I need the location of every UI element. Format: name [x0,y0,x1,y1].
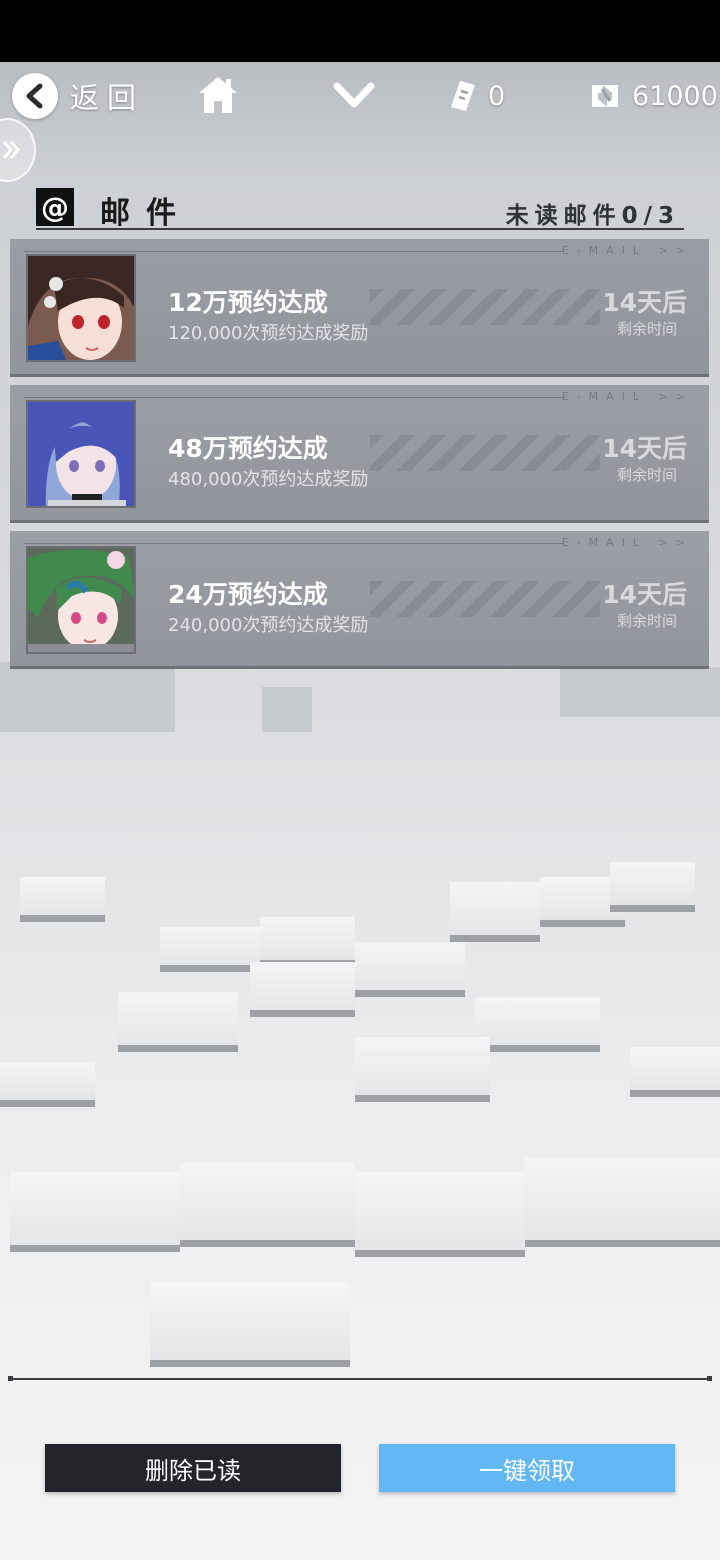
background-tile [150,1282,350,1367]
background-tile [250,962,355,1017]
mail-item[interactable]: E-MAIL >> 24万预约达成 240,000次预约达成奖励 14天后 剩余… [10,531,709,669]
home-button[interactable] [196,73,240,117]
mail-list: E-MAIL >> 12万预约达成 120,000次预约达成奖励 14天后 剩余… [10,239,709,677]
mail-expiry-label: 剩余时间 [616,612,677,630]
mail-title: 48万预约达成 [168,434,328,463]
mail-title: 12万预约达成 [168,288,328,317]
mail-expiry: 14天后 [602,288,687,317]
bottom-divider [8,1376,712,1381]
avatar [26,400,136,508]
currency-icon [592,85,618,107]
mail-title: 24万预约达成 [168,580,328,609]
card-stripes [370,435,600,471]
background-tile [355,1037,490,1102]
back-button[interactable]: 返回 [12,73,144,119]
double-chevron-right-icon [2,141,20,159]
mail-subtitle: 240,000次预约达成奖励 [168,615,369,636]
mail-expiry-label: 剩余时间 [616,466,677,484]
header-divider [36,228,684,230]
mail-expiry: 14天后 [602,580,687,609]
card-stripes [370,581,600,617]
page-title: 邮件 [100,196,192,231]
currency-counter[interactable]: 61000 [588,76,718,116]
background-tile [180,1162,355,1247]
email-tag: E-MAIL >> [561,536,693,549]
mail-header: @ 邮件 未读邮件0/3 [36,186,684,231]
expand-menu-button[interactable] [332,78,376,114]
background-tile [355,1172,525,1257]
background-tile [20,877,105,922]
card-stripes [370,289,600,325]
ticket-icon [451,81,475,111]
mail-subtitle: 480,000次预约达成奖励 [168,469,369,490]
background-tile [0,1062,95,1107]
card-divider [24,251,564,252]
status-bar [0,0,720,62]
email-tag: E-MAIL >> [561,244,693,257]
email-tag: E-MAIL >> [561,390,693,403]
home-icon [199,77,237,113]
background-building [262,687,312,732]
background-tile [610,862,695,912]
mail-expiry-label: 剩余时间 [616,320,677,338]
background-tile [525,1157,720,1247]
ticket-count: 0 [488,80,506,112]
chevron-left-icon [12,73,58,119]
card-divider [24,397,564,398]
back-label: 返回 [70,81,145,115]
background-tile [450,882,540,942]
currency-amount: 61000 [632,80,718,112]
background-tile [160,927,260,972]
avatar [26,254,136,362]
claim-all-button[interactable]: 一键领取 [379,1444,675,1492]
delete-read-button[interactable]: 删除已读 [45,1444,341,1492]
background-tile [475,997,600,1052]
background-tile [10,1172,180,1252]
mail-expiry: 14天后 [602,434,687,463]
top-bar: 返回 0 61000 [0,62,720,128]
at-icon: @ [36,188,74,226]
background-tile [260,917,355,967]
ticket-counter[interactable]: 0 [448,76,505,116]
avatar [26,546,136,654]
chevron-down-icon [333,82,375,108]
mail-item[interactable]: E-MAIL >> 48万预约达成 480,000次预约达成奖励 14天后 剩余… [10,385,709,523]
mail-subtitle: 120,000次预约达成奖励 [168,323,369,344]
background-tile [118,992,238,1052]
mail-item[interactable]: E-MAIL >> 12万预约达成 120,000次预约达成奖励 14天后 剩余… [10,239,709,377]
unread-counter: 未读邮件0/3 [505,203,680,229]
background-tile [355,942,465,997]
card-divider [24,543,564,544]
background-tile [630,1047,720,1097]
